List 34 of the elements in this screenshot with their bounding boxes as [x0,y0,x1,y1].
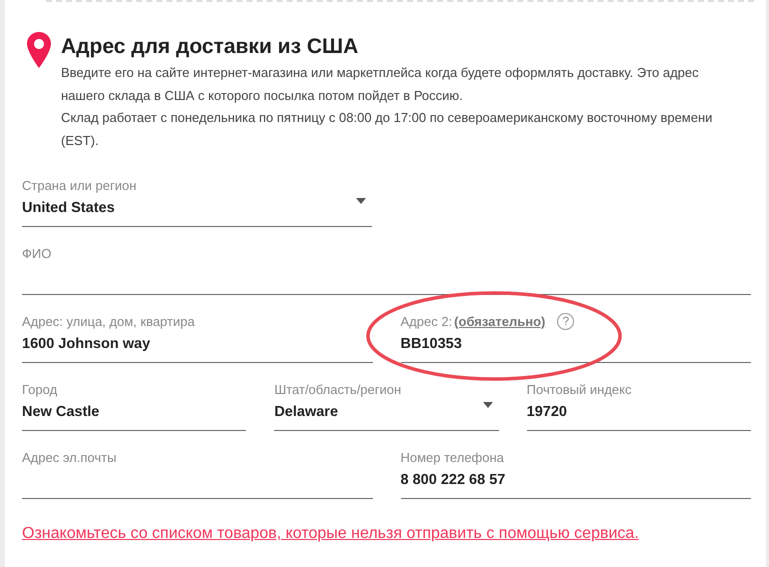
dropdown-caret-icon[interactable] [356,198,366,204]
field-label: Адрес эл.почты [22,450,116,464]
field-label: Адрес: улица, дом, квартира [22,314,195,328]
input-field[interactable]: ФИО [22,245,751,295]
section-title: Адрес для доставки из США [61,34,360,60]
field-value: United States [22,199,115,218]
field-value: 19720 [526,403,567,422]
required-link[interactable]: (обязательно) [454,314,546,328]
help-icon[interactable]: ? [557,312,574,330]
prohibited-items-link[interactable]: Ознакомьтесь со списком товаров, которые нельзя отправить с помощью сервиса. [22,525,639,543]
field-label: Номер телефона [400,450,504,464]
field-value: 1600 Johnson way [22,335,150,354]
field-label: ФИО [22,246,52,260]
field-label: Почтовый индекс [526,382,632,396]
input-field[interactable]: Адрес: улица, дом, квартира 1600 Johnson way [22,313,372,363]
input-field[interactable]: Адрес 2:(обязательно) ? BB10353 [400,313,751,363]
select-field[interactable]: Страна или регион United States [22,177,372,227]
input-field[interactable]: Номер телефона 8 800 222 68 57 [400,449,751,499]
select-field[interactable]: Штат/область/регион Delaware [274,381,499,431]
field-value: 8 800 222 68 57 [400,471,506,490]
field-value: New Castle [22,403,100,422]
field-value: BB10353 [400,335,462,354]
field-label: Штат/область/регион [274,382,402,396]
input-field[interactable]: Адрес эл.почты [22,449,372,499]
field-label: Страна или регион [22,178,136,192]
field-label: Адрес 2: [400,314,452,328]
location-pin-icon [27,32,51,68]
description-text: Склад работает с понедельника по пятницу с 08:00 до 17:00 по североамериканскому восточному времени (EST). [61,109,714,150]
input-field[interactable]: Почтовый индекс 19720 [526,381,751,431]
input-field[interactable]: Город New Castle [22,381,246,431]
field-value: Delaware [274,403,338,422]
description-text: Введите его на сайте интернет-магазина или маркетплейса когда будете оформлять доставку. Это адрес нашего склада в США с которого посылка потом пойдет в Россию. [61,64,700,105]
field-label: Город [22,382,58,396]
dropdown-caret-icon[interactable] [482,402,493,408]
